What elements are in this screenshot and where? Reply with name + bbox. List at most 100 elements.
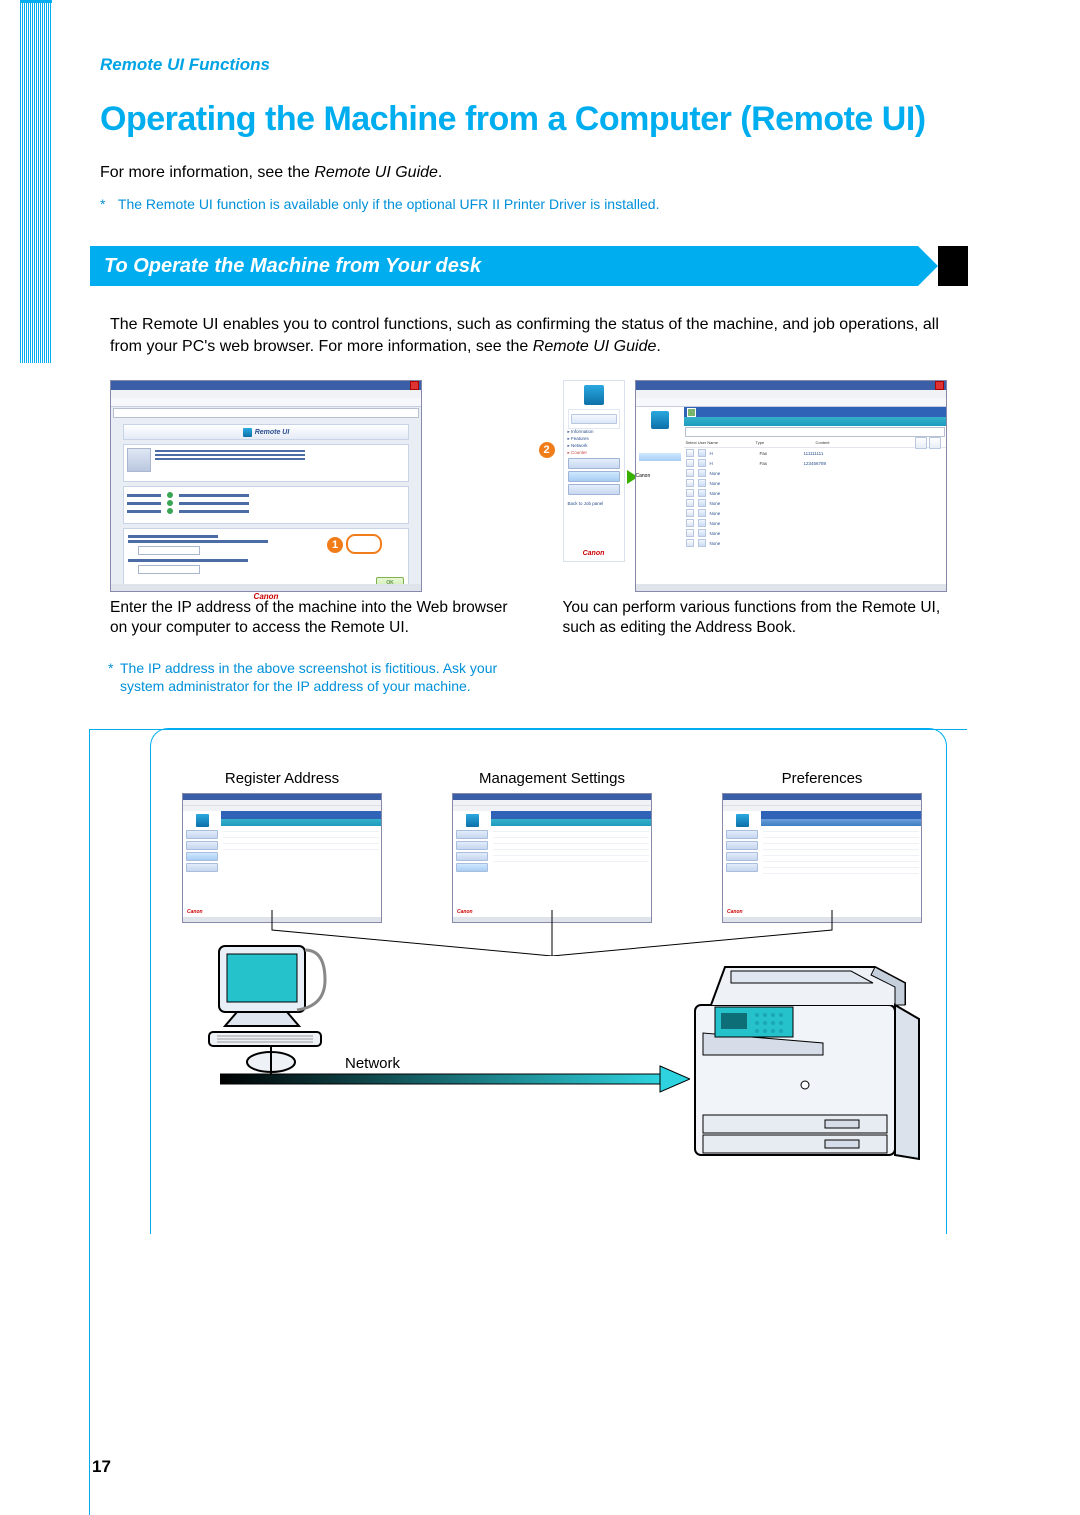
nav-device-button	[571, 414, 617, 424]
table-row: None	[684, 498, 946, 508]
thumb-register-address: Canon	[182, 793, 382, 923]
tab-icon	[687, 408, 696, 417]
breadcrumb: Remote UI Functions	[100, 55, 270, 75]
table-row: None	[684, 528, 946, 538]
remote-ui-icon	[196, 814, 209, 827]
note-ip: * The IP address in the above screenshot…	[120, 660, 540, 695]
intro-suffix: .	[438, 164, 442, 181]
section-heading-bar: To Operate the Machine from Your desk	[90, 246, 968, 286]
close-icon	[410, 381, 419, 390]
brand-logo: Canon	[636, 473, 684, 479]
nav-link: ▸ Features	[568, 436, 624, 442]
desc-suffix: .	[656, 338, 660, 355]
remote-ui-icon	[651, 411, 669, 429]
nav-add-func-button	[568, 484, 620, 495]
step-1-badge: 1	[327, 537, 343, 553]
status-table	[123, 486, 409, 524]
screenshot-nav-panel: ▸ Information ▸ Features ▸ Network ▸ Cou…	[563, 380, 625, 562]
password-field	[138, 546, 200, 555]
table-row: None	[684, 538, 946, 548]
caption-2: You can perform various functions from t…	[563, 598, 966, 638]
page-icon	[915, 437, 927, 449]
caption-row: Enter the IP address of the machine into…	[110, 598, 965, 638]
status-bar	[636, 584, 946, 591]
section-description: The Remote UI enables you to control fun…	[110, 314, 950, 357]
network-diagram: Network	[150, 940, 945, 1230]
nav-link: Back to Job panel	[568, 501, 624, 506]
ab-subtab	[684, 417, 946, 426]
status-dot-icon	[167, 492, 173, 498]
table-row: HFax111111111	[684, 448, 946, 458]
nav-job-status-button	[568, 458, 620, 469]
remote-ui-icon	[243, 428, 252, 437]
remote-ui-icon	[736, 814, 749, 827]
network-label: Network	[345, 1055, 400, 1072]
toolbar-icons	[915, 437, 941, 449]
window-titlebar	[636, 381, 946, 390]
content-frame-rule	[89, 729, 90, 1515]
ab-header: Select User NameTypeContent	[684, 438, 946, 448]
screenshot-address-book: Canon Select User NameTypeContent HFax11…	[635, 380, 947, 592]
window-menubar	[111, 390, 421, 398]
address-bar	[113, 408, 419, 418]
device-info-box	[123, 444, 409, 482]
ab-dropdown	[685, 427, 945, 437]
table-row: None	[684, 468, 946, 478]
table-row: None	[684, 488, 946, 498]
device-info-lines	[155, 448, 405, 478]
thumb-management-settings: Canon	[452, 793, 652, 923]
page-icon	[929, 437, 941, 449]
device-thumbnail-icon	[127, 448, 151, 472]
desc-guide-name: Remote UI Guide	[533, 338, 657, 355]
sidebar-button-selected	[639, 453, 681, 461]
intro-prefix: For more information, see the	[100, 164, 314, 181]
thumb-1-title: Register Address	[172, 770, 392, 787]
step-1-highlight	[346, 534, 382, 554]
nav-address-button	[568, 471, 620, 482]
remote-ui-icon	[584, 385, 604, 405]
note-ip-text: The IP address in the above screenshot i…	[120, 660, 497, 694]
screenshot-login: Remote UI OK	[110, 380, 422, 592]
nav-link: ▸ Information	[568, 429, 624, 435]
decorative-left-rule	[20, 0, 52, 363]
step-2-badge: 2	[539, 442, 555, 458]
thumb-preferences: Canon	[722, 793, 922, 923]
section-heading-end	[938, 246, 968, 286]
window-titlebar	[111, 381, 421, 390]
table-row: HFax123456789	[684, 458, 946, 468]
thumb-3-title: Preferences	[712, 770, 932, 787]
asterisk-icon: *	[100, 196, 114, 212]
caption-1: Enter the IP address of the machine into…	[110, 598, 513, 638]
note-driver: * The Remote UI function is available on…	[100, 196, 960, 212]
remote-ui-banner: Remote UI	[123, 424, 409, 440]
window-toolbar	[111, 398, 421, 407]
intro-guide-name: Remote UI Guide	[314, 164, 438, 181]
window-menubar	[636, 390, 946, 398]
printer-icon	[675, 915, 925, 1210]
screenshot-row: Remote UI OK	[110, 380, 965, 590]
ab-tab	[684, 407, 946, 417]
table-row: None	[684, 508, 946, 518]
sidebar-button	[639, 443, 681, 451]
section-heading: To Operate the Machine from Your desk	[90, 246, 918, 286]
page-number: 17	[92, 1457, 111, 1477]
ab-main: Select User NameTypeContent HFax11111111…	[684, 407, 946, 584]
sidebar-button	[639, 433, 681, 441]
status-dot-icon	[167, 508, 173, 514]
table-row: None	[684, 478, 946, 488]
network-arrow-icon	[220, 1062, 690, 1098]
window-toolbar	[636, 398, 946, 407]
username-field	[138, 565, 200, 574]
remote-ui-banner-text: Remote UI	[255, 429, 290, 436]
note-driver-text: The Remote UI function is available only…	[118, 196, 660, 212]
asterisk-icon: *	[108, 660, 113, 678]
desc-text: The Remote UI enables you to control fun…	[110, 316, 939, 355]
status-bar	[111, 584, 421, 591]
close-icon	[935, 381, 944, 390]
nav-link: ▸ Network	[568, 443, 624, 449]
remote-ui-icon	[466, 814, 479, 827]
thumb-2-title: Management Settings	[442, 770, 662, 787]
table-row: None	[684, 518, 946, 528]
page-title: Operating the Machine from a Computer (R…	[100, 101, 980, 138]
sidebar-button	[639, 463, 681, 471]
